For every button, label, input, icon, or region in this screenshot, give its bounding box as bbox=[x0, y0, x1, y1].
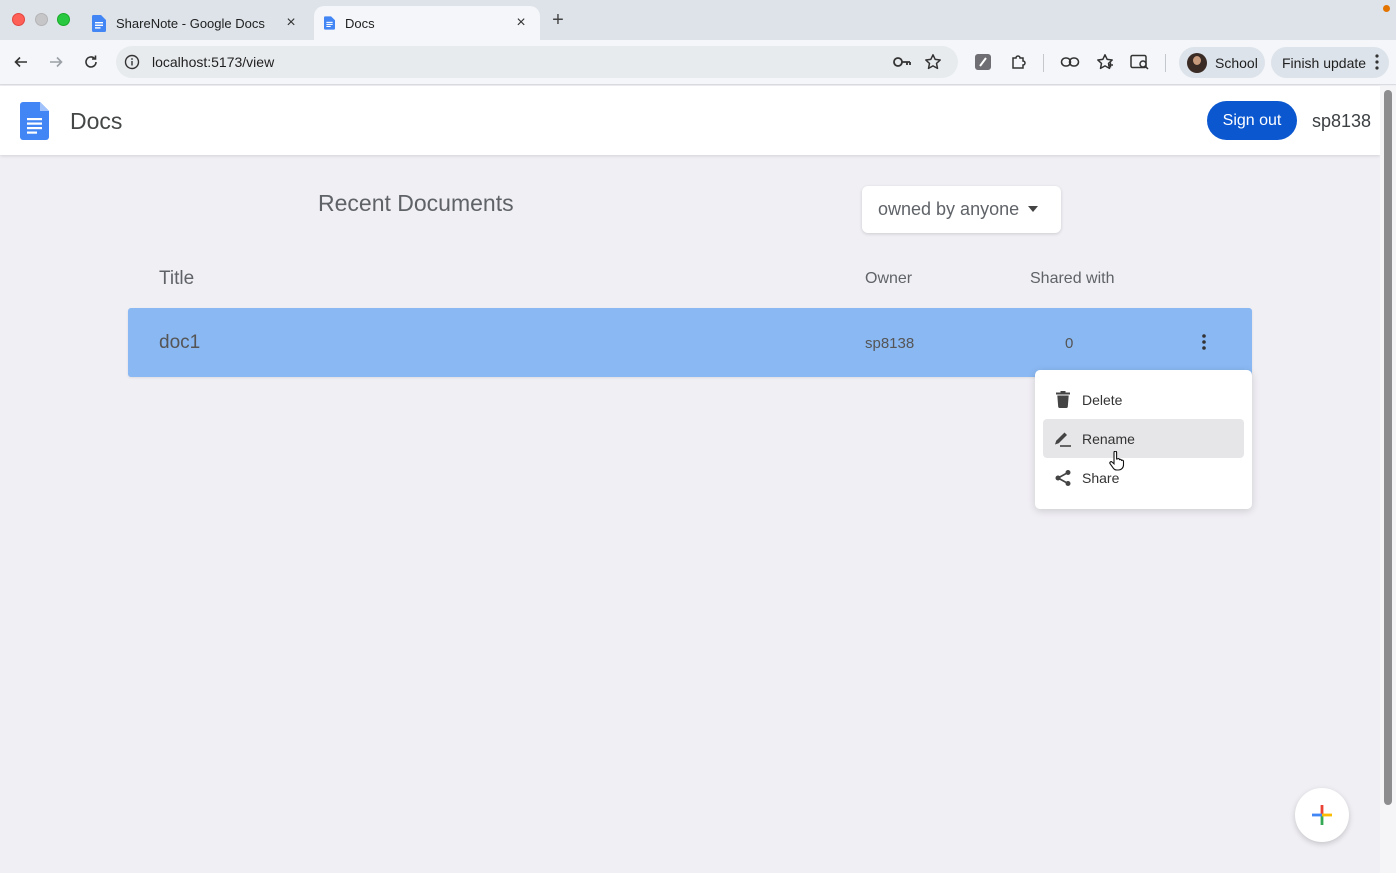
share-icon bbox=[1053, 468, 1073, 488]
profile-name: School bbox=[1215, 54, 1258, 71]
dropdown-caret-icon bbox=[1028, 206, 1038, 212]
app-title: Docs bbox=[70, 108, 123, 134]
hand-pointer-cursor-icon bbox=[1109, 451, 1125, 471]
pencil-icon bbox=[1053, 429, 1073, 449]
column-header-title: Title bbox=[159, 268, 195, 289]
reload-icon bbox=[85, 55, 97, 68]
toolbar-divider bbox=[1165, 54, 1166, 72]
doc-title: doc1 bbox=[159, 332, 201, 353]
menu-item-share[interactable]: Share bbox=[1043, 458, 1244, 497]
profile-button[interactable]: School bbox=[1179, 47, 1265, 78]
forward-button[interactable] bbox=[44, 50, 68, 74]
finish-update-label: Finish update bbox=[1282, 54, 1367, 71]
column-header-owner: Owner bbox=[865, 270, 913, 287]
docs-logo-icon[interactable] bbox=[20, 102, 49, 140]
update-indicator-icon bbox=[1383, 5, 1390, 12]
browser-toolbar: localhost:5173/view School Finish update bbox=[0, 40, 1396, 85]
address-bar[interactable]: localhost:5173/view bbox=[116, 46, 958, 78]
reload-button[interactable] bbox=[79, 50, 103, 74]
url-text[interactable]: localhost:5173/view bbox=[152, 54, 274, 70]
close-tab-icon[interactable]: × bbox=[512, 14, 530, 32]
app-header: Docs Sign out sp8138 bbox=[0, 86, 1380, 155]
finish-update-button[interactable]: Finish update bbox=[1271, 47, 1389, 78]
link-icon[interactable] bbox=[1059, 51, 1081, 73]
column-header-shared: Shared with bbox=[1030, 270, 1115, 287]
extension-icon[interactable] bbox=[972, 51, 994, 73]
table-row[interactable]: doc1 sp8138 0 bbox=[128, 308, 1252, 377]
avatar bbox=[1187, 52, 1207, 73]
row-context-menu: Delete Rename Share bbox=[1035, 370, 1252, 509]
minimize-window-button[interactable] bbox=[35, 13, 48, 26]
more-vert-icon bbox=[1202, 334, 1206, 350]
google-docs-icon bbox=[92, 14, 106, 32]
owner-filter-value: owned by anyone bbox=[878, 199, 1020, 219]
plus-icon bbox=[1312, 805, 1332, 825]
more-vert-icon bbox=[1375, 54, 1379, 70]
username-label: sp8138 bbox=[1312, 111, 1372, 131]
menu-item-delete[interactable]: Delete bbox=[1043, 380, 1244, 419]
back-button[interactable] bbox=[9, 50, 33, 74]
trash-icon bbox=[1053, 390, 1073, 410]
menu-item-rename[interactable]: Rename bbox=[1043, 419, 1244, 458]
close-window-button[interactable] bbox=[12, 13, 25, 26]
site-info-icon[interactable] bbox=[124, 54, 140, 70]
owner-filter-select[interactable]: owned by anyone bbox=[862, 186, 1061, 233]
tab-sharenote[interactable]: ShareNote - Google Docs × bbox=[82, 6, 310, 40]
bookmark-star-icon[interactable] bbox=[924, 53, 942, 71]
doc-shared-count: 0 bbox=[1065, 335, 1074, 352]
arrow-right-icon bbox=[50, 56, 63, 68]
toolbar-divider bbox=[1043, 54, 1044, 72]
tab-search-icon[interactable] bbox=[1129, 51, 1151, 73]
row-menu-button[interactable] bbox=[1194, 330, 1214, 354]
browser-tabstrip: ShareNote - Google Docs × Docs × + bbox=[0, 0, 1396, 40]
maximize-window-button[interactable] bbox=[57, 13, 70, 26]
sign-out-button[interactable]: Sign out bbox=[1207, 101, 1297, 140]
tab-title: Docs bbox=[345, 15, 375, 31]
close-tab-icon[interactable]: × bbox=[282, 14, 300, 32]
google-docs-icon bbox=[324, 16, 335, 30]
password-key-icon[interactable] bbox=[892, 53, 912, 71]
doc-owner: sp8138 bbox=[865, 335, 915, 352]
tab-docs[interactable]: Docs × bbox=[314, 6, 540, 40]
reading-list-star-icon[interactable] bbox=[1094, 51, 1116, 73]
tab-title: ShareNote - Google Docs bbox=[116, 15, 265, 31]
menu-item-label: Share bbox=[1082, 469, 1120, 486]
scrollbar-thumb[interactable] bbox=[1384, 90, 1392, 805]
new-document-button[interactable] bbox=[1295, 788, 1349, 842]
arrow-left-icon bbox=[14, 56, 27, 68]
page-title: Recent Documents bbox=[318, 190, 514, 216]
new-tab-button[interactable]: + bbox=[546, 9, 570, 33]
menu-item-label: Rename bbox=[1082, 430, 1135, 447]
menu-item-label: Delete bbox=[1082, 391, 1123, 408]
extensions-puzzle-icon[interactable] bbox=[1008, 51, 1030, 73]
